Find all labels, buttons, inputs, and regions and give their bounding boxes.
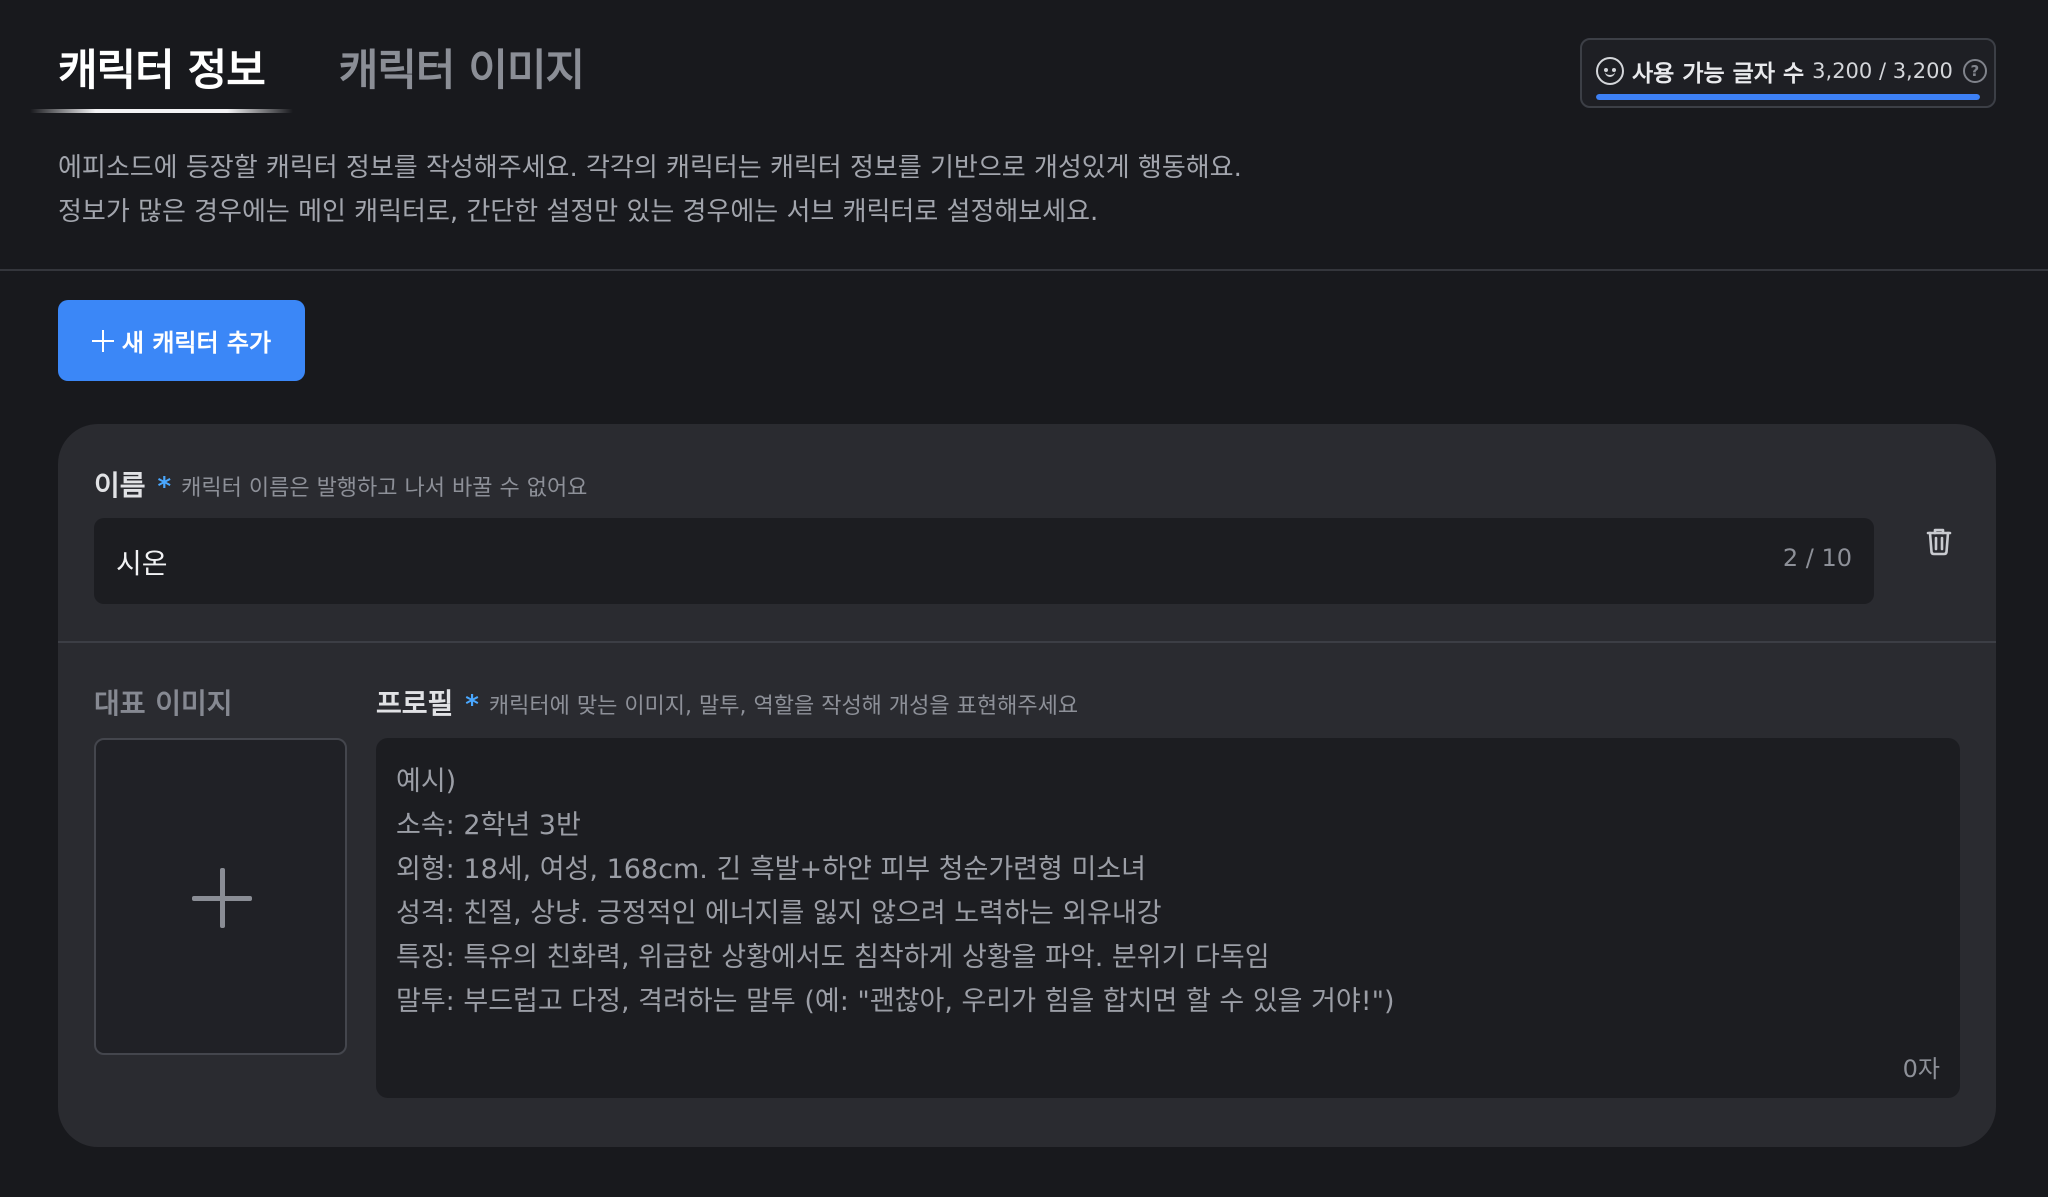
delete-character-button[interactable] <box>1914 518 1964 568</box>
card-divider <box>58 641 1996 643</box>
name-input-value: 시온 <box>116 547 168 580</box>
profile-label: 프로필 <box>376 687 454 720</box>
name-input[interactable]: 시온 2 / 10 <box>94 518 1874 604</box>
profile-hint: 캐릭터에 맞는 이미지, 말투, 역할을 작성해 개성을 표현해주세요 <box>488 694 1079 719</box>
required-mark: * <box>157 472 172 502</box>
description-line-2: 정보가 많은 경우에는 메인 캐릭터로, 간단한 설정만 있는 경우에는 서브 … <box>58 197 1099 227</box>
required-mark: * <box>465 690 479 720</box>
profile-placeholder: 예시) 소속: 2학년 3반 외형: 18세, 여성, 168cm. 긴 흑발+… <box>396 766 1395 1017</box>
image-upload-box[interactable] <box>94 738 347 1055</box>
profile-field-label: 프로필 * 캐릭터에 맞는 이미지, 말투, 역할을 작성해 개성을 표현해주세… <box>376 682 1078 722</box>
name-hint: 캐릭터 이름은 발행하고 나서 바꿀 수 없어요 <box>181 476 588 501</box>
help-icon[interactable]: ? <box>1962 59 1987 83</box>
description-line-1: 에피소드에 등장할 캐릭터 정보를 작성해주세요. 각각의 캐릭터는 캐릭터 정… <box>58 153 1242 183</box>
page-description: 에피소드에 등장할 캐릭터 정보를 작성해주세요. 각각의 캐릭터는 캐릭터 정… <box>58 146 1242 234</box>
plus-icon <box>192 868 252 928</box>
char-counter-panel: 사용 가능 글자 수 3,200 / 3,200 ? <box>1580 38 1996 108</box>
profile-char-count: 0자 <box>1902 1055 1940 1083</box>
tab-character-info[interactable]: 캐릭터 정보 <box>30 36 293 116</box>
add-character-label: 새 캐릭터 추가 <box>121 329 272 357</box>
name-label: 이름 <box>94 469 146 502</box>
character-info-page: 캐릭터 정보 캐릭터 이미지 사용 가능 글자 수 3,200 / 3,200 … <box>0 0 2048 1197</box>
character-card: 이름 * 캐릭터 이름은 발행하고 나서 바꿀 수 없어요 시온 2 / 10 … <box>58 424 1996 1147</box>
image-field-label: 대표 이미지 <box>94 687 233 720</box>
char-counter-label: 사용 가능 글자 수 <box>1632 61 1805 87</box>
char-counter-progress-fill <box>1596 94 1980 100</box>
header-divider <box>0 269 2048 271</box>
smiley-icon <box>1596 57 1624 85</box>
profile-textarea[interactable]: 예시) 소속: 2학년 3반 외형: 18세, 여성, 168cm. 긴 흑발+… <box>376 738 1960 1098</box>
tab-character-image[interactable]: 캐릭터 이미지 <box>339 36 585 116</box>
char-counter-value: 3,200 / 3,200 <box>1812 59 1953 83</box>
plus-icon <box>91 329 114 352</box>
char-counter-progress-bar <box>1596 94 1980 100</box>
name-field-label: 이름 * 캐릭터 이름은 발행하고 나서 바꿀 수 없어요 <box>94 464 587 504</box>
trash-icon <box>1926 528 1952 556</box>
tab-bar: 캐릭터 정보 캐릭터 이미지 <box>30 36 585 116</box>
name-char-count: 2 / 10 <box>1782 544 1852 572</box>
add-character-button[interactable]: 새 캐릭터 추가 <box>58 300 305 381</box>
